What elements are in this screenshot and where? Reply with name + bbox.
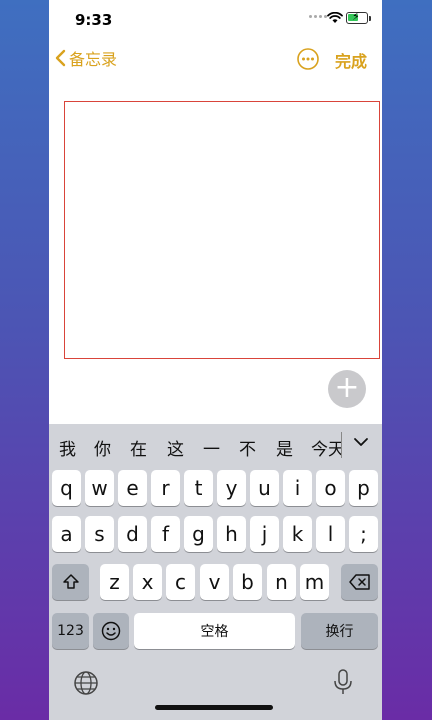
candidate-item[interactable]: 是 <box>276 435 293 460</box>
key[interactable]: x <box>133 564 162 600</box>
key[interactable]: o <box>316 470 345 506</box>
ellipsis-circle-icon[interactable] <box>296 47 320 71</box>
key[interactable]: i <box>283 470 312 506</box>
emoji-key[interactable] <box>93 613 129 649</box>
phone-screen: 9:33 ⚡ 备忘录 完成 + 我 你 在 这 一 不 是 今天 q w e r… <box>49 0 382 720</box>
wifi-icon <box>327 12 343 23</box>
plus-icon: + <box>334 370 360 405</box>
key[interactable]: s <box>85 516 114 552</box>
numbers-key[interactable]: 123 <box>52 613 89 649</box>
status-time: 9:33 <box>75 11 113 29</box>
delete-key[interactable] <box>341 564 378 600</box>
space-key[interactable]: 空格 <box>134 613 295 649</box>
candidate-item[interactable]: 不 <box>239 435 256 460</box>
key[interactable]: y <box>217 470 246 506</box>
candidate-bar: 我 你 在 这 一 不 是 今天 <box>49 424 382 468</box>
emoji-icon <box>101 621 121 641</box>
drawing-canvas[interactable] <box>64 101 380 359</box>
nav-bar: 备忘录 完成 <box>49 40 382 80</box>
signal-icon <box>309 15 327 18</box>
key[interactable]: m <box>300 564 329 600</box>
key[interactable]: a <box>52 516 81 552</box>
battery-tip <box>369 16 371 21</box>
done-button[interactable]: 完成 <box>335 48 367 72</box>
back-button[interactable]: 备忘录 <box>55 46 117 70</box>
key[interactable]: t <box>184 470 213 506</box>
shift-key[interactable] <box>52 564 89 600</box>
key[interactable]: g <box>184 516 213 552</box>
microphone-icon[interactable] <box>332 668 354 696</box>
return-key[interactable]: 换行 <box>301 613 378 649</box>
keyboard: 我 你 在 这 一 不 是 今天 q w e r t y u i o p a s… <box>49 424 382 720</box>
candidate-item[interactable]: 你 <box>94 435 111 460</box>
key[interactable]: f <box>151 516 180 552</box>
key[interactable]: v <box>200 564 229 600</box>
globe-icon[interactable] <box>73 670 99 696</box>
key[interactable]: r <box>151 470 180 506</box>
candidate-item[interactable]: 我 <box>59 435 76 460</box>
key[interactable]: w <box>85 470 114 506</box>
key[interactable]: k <box>283 516 312 552</box>
status-bar: 9:33 ⚡ <box>49 0 382 40</box>
candidate-separator <box>341 432 342 458</box>
candidate-item[interactable]: 在 <box>130 435 147 460</box>
key[interactable]: u <box>250 470 279 506</box>
candidate-item[interactable]: 一 <box>203 435 220 460</box>
delete-icon <box>348 574 370 590</box>
key[interactable]: p <box>349 470 378 506</box>
candidate-item[interactable]: 今天 <box>311 435 341 460</box>
chevron-down-icon[interactable] <box>353 436 369 448</box>
chevron-left-icon <box>55 49 66 67</box>
key[interactable]: ; <box>349 516 378 552</box>
candidate-item[interactable]: 这 <box>167 435 184 460</box>
key[interactable]: q <box>52 470 81 506</box>
key[interactable]: l <box>316 516 345 552</box>
key[interactable]: c <box>166 564 195 600</box>
battery-icon: ⚡ <box>346 11 368 24</box>
key[interactable]: d <box>118 516 147 552</box>
key[interactable]: z <box>100 564 129 600</box>
key[interactable]: e <box>118 470 147 506</box>
back-label: 备忘录 <box>69 50 118 69</box>
key[interactable]: h <box>217 516 246 552</box>
add-button[interactable]: + <box>328 370 366 408</box>
key[interactable]: b <box>233 564 262 600</box>
key[interactable]: j <box>250 516 279 552</box>
shift-icon <box>62 574 79 589</box>
key[interactable]: n <box>267 564 296 600</box>
home-indicator <box>155 705 273 710</box>
